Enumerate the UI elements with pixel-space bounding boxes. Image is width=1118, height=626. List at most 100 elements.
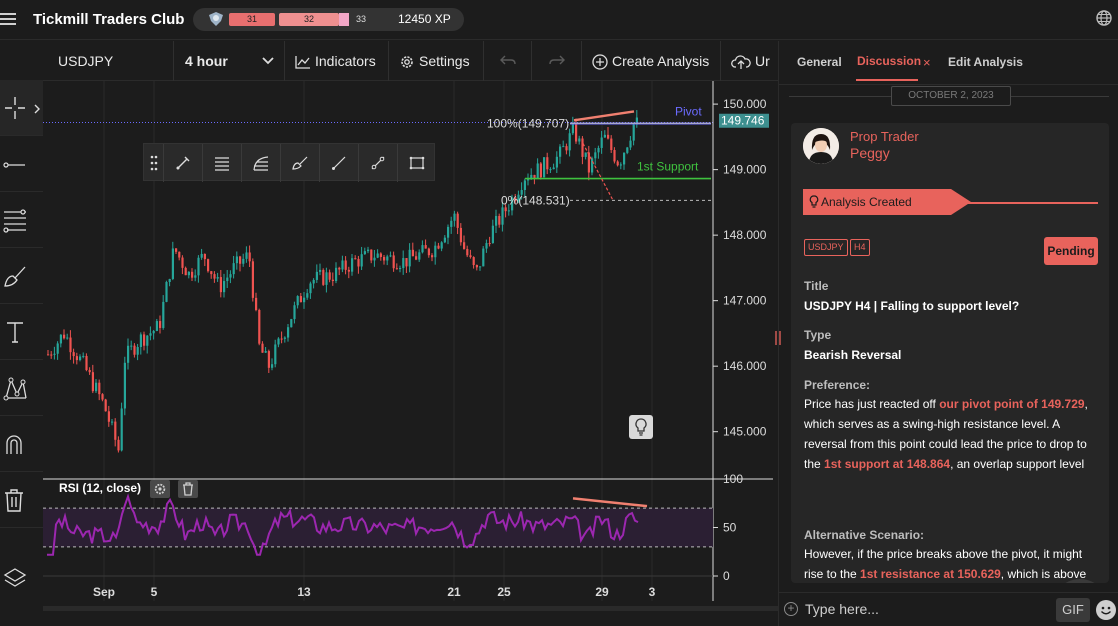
status-badge[interactable]: Pending — [1044, 237, 1098, 265]
delete-drawings-tool[interactable] — [0, 472, 43, 528]
candle-body — [85, 355, 88, 371]
undo-button[interactable] — [484, 41, 532, 81]
rectangle-icon — [409, 156, 425, 170]
line-chart-icon — [295, 56, 310, 69]
candle-body — [143, 334, 146, 346]
candle-body — [322, 269, 325, 285]
candle-body — [603, 134, 606, 138]
banner-label: Analysis Created — [821, 195, 912, 209]
settings-button[interactable]: Settings — [389, 41, 484, 81]
candle-body — [181, 257, 184, 268]
candle-body — [75, 356, 78, 361]
tab-general[interactable]: General — [797, 55, 842, 69]
candle-body — [456, 213, 459, 228]
chart-scrollbar[interactable] — [43, 606, 778, 611]
x-tick-label: Sep — [93, 585, 115, 599]
indicators-button[interactable]: Indicators — [285, 41, 389, 81]
author-name[interactable]: Peggy — [850, 145, 890, 161]
crosshair-tool[interactable] — [0, 80, 43, 136]
drawing-tools-sidebar — [0, 80, 43, 626]
symbol-tag[interactable]: USDJPY — [804, 239, 848, 256]
timeframe-tag[interactable]: H4 — [850, 239, 870, 256]
analysis-title: USDJPY H4 | Falling to support level? — [804, 299, 1020, 313]
tab-edit-analysis[interactable]: Edit Analysis — [948, 55, 1023, 69]
support-label: 1st Support — [637, 160, 699, 174]
upload-button[interactable]: Ur — [721, 41, 778, 81]
brush-tool[interactable] — [0, 248, 43, 304]
chevron-right-icon — [34, 104, 40, 114]
menu-icon[interactable] — [0, 10, 18, 28]
trendline-tool[interactable] — [0, 136, 43, 192]
candle-body — [127, 345, 130, 363]
candle-body — [306, 293, 309, 298]
candle-body — [261, 343, 264, 353]
rsi-tick-label: 0 — [723, 569, 730, 583]
rsi-remove-button[interactable] — [178, 480, 198, 498]
candle-body — [235, 256, 238, 264]
layers-tool[interactable] — [0, 550, 43, 606]
candle-body — [203, 253, 206, 260]
candle-body — [543, 157, 546, 178]
price-chart[interactable]: 100%(149.707) 0%(148.531) Pivot 1st Support… — [43, 81, 778, 611]
avatar[interactable] — [803, 128, 839, 164]
candle-body — [191, 271, 194, 278]
add-attachment-icon[interactable]: + — [784, 602, 798, 616]
candle-body — [539, 163, 542, 178]
idea-button[interactable] — [629, 415, 653, 439]
candle-body — [50, 354, 53, 356]
x-tick-label: 21 — [447, 585, 461, 599]
ray-tool-button[interactable] — [319, 144, 358, 182]
hlines-tool-button[interactable] — [202, 144, 241, 182]
fib-tool[interactable] — [0, 192, 43, 248]
candle-body — [248, 252, 251, 262]
drag-handle-icon[interactable] — [150, 155, 158, 171]
gif-button[interactable]: GIF — [1056, 598, 1090, 622]
rsi-settings-button[interactable] — [150, 480, 170, 498]
candle-body — [114, 421, 117, 440]
candle-body — [226, 277, 229, 282]
redo-button[interactable] — [532, 41, 582, 81]
candle-body — [427, 248, 430, 256]
candle-body — [591, 158, 594, 173]
brush-tool-button[interactable] — [280, 144, 319, 182]
y-tick-label: 145.000 — [723, 425, 767, 439]
candle-body — [434, 245, 437, 258]
pen-tool-button[interactable] — [163, 144, 202, 182]
candle-body — [280, 338, 283, 340]
close-tab-icon[interactable]: × — [923, 55, 931, 70]
candle-body — [72, 352, 75, 357]
pivot-highlight: our pivot point of 149.729 — [939, 397, 1085, 411]
candle-body — [69, 337, 72, 353]
x-tick-label: 3 — [649, 585, 656, 599]
fib-100-label: 100%(149.707) — [487, 116, 569, 130]
panel-resize-handle[interactable] — [775, 331, 781, 345]
analysis-type: Bearish Reversal — [804, 348, 902, 362]
candle-body — [610, 138, 613, 151]
rectangle-tool-button[interactable] — [397, 144, 436, 182]
floating-drawing-toolbar — [143, 143, 436, 182]
candle-body — [175, 248, 178, 252]
symbol-selector[interactable]: USDJPY — [43, 41, 174, 81]
candle-body — [546, 157, 549, 170]
tab-discussion[interactable]: Discussion — [857, 54, 921, 68]
plus-circle-icon — [592, 54, 608, 70]
candle-body — [59, 334, 62, 344]
emoji-button[interactable] — [1096, 600, 1116, 620]
timeframe-selector[interactable]: 4 hour — [174, 41, 285, 81]
candle-body — [552, 167, 555, 170]
create-analysis-button[interactable]: Create Analysis — [582, 41, 721, 81]
message-input[interactable] — [805, 599, 1045, 619]
candle-body — [488, 243, 491, 245]
candle-body — [283, 337, 286, 339]
candle-body — [482, 248, 485, 267]
globe-icon[interactable] — [1095, 9, 1113, 27]
segment-tool-button[interactable] — [358, 144, 397, 182]
layers-icon — [3, 568, 27, 587]
candle-body — [616, 161, 619, 166]
magnet-tool[interactable] — [0, 416, 43, 472]
xp-progress[interactable]: 31 32 33 12450 XP — [193, 8, 464, 31]
xp-level-next: 32 — [279, 13, 339, 26]
pattern-tool[interactable] — [0, 360, 43, 416]
text-tool[interactable] — [0, 304, 43, 360]
channel-tool-button[interactable] — [241, 144, 280, 182]
